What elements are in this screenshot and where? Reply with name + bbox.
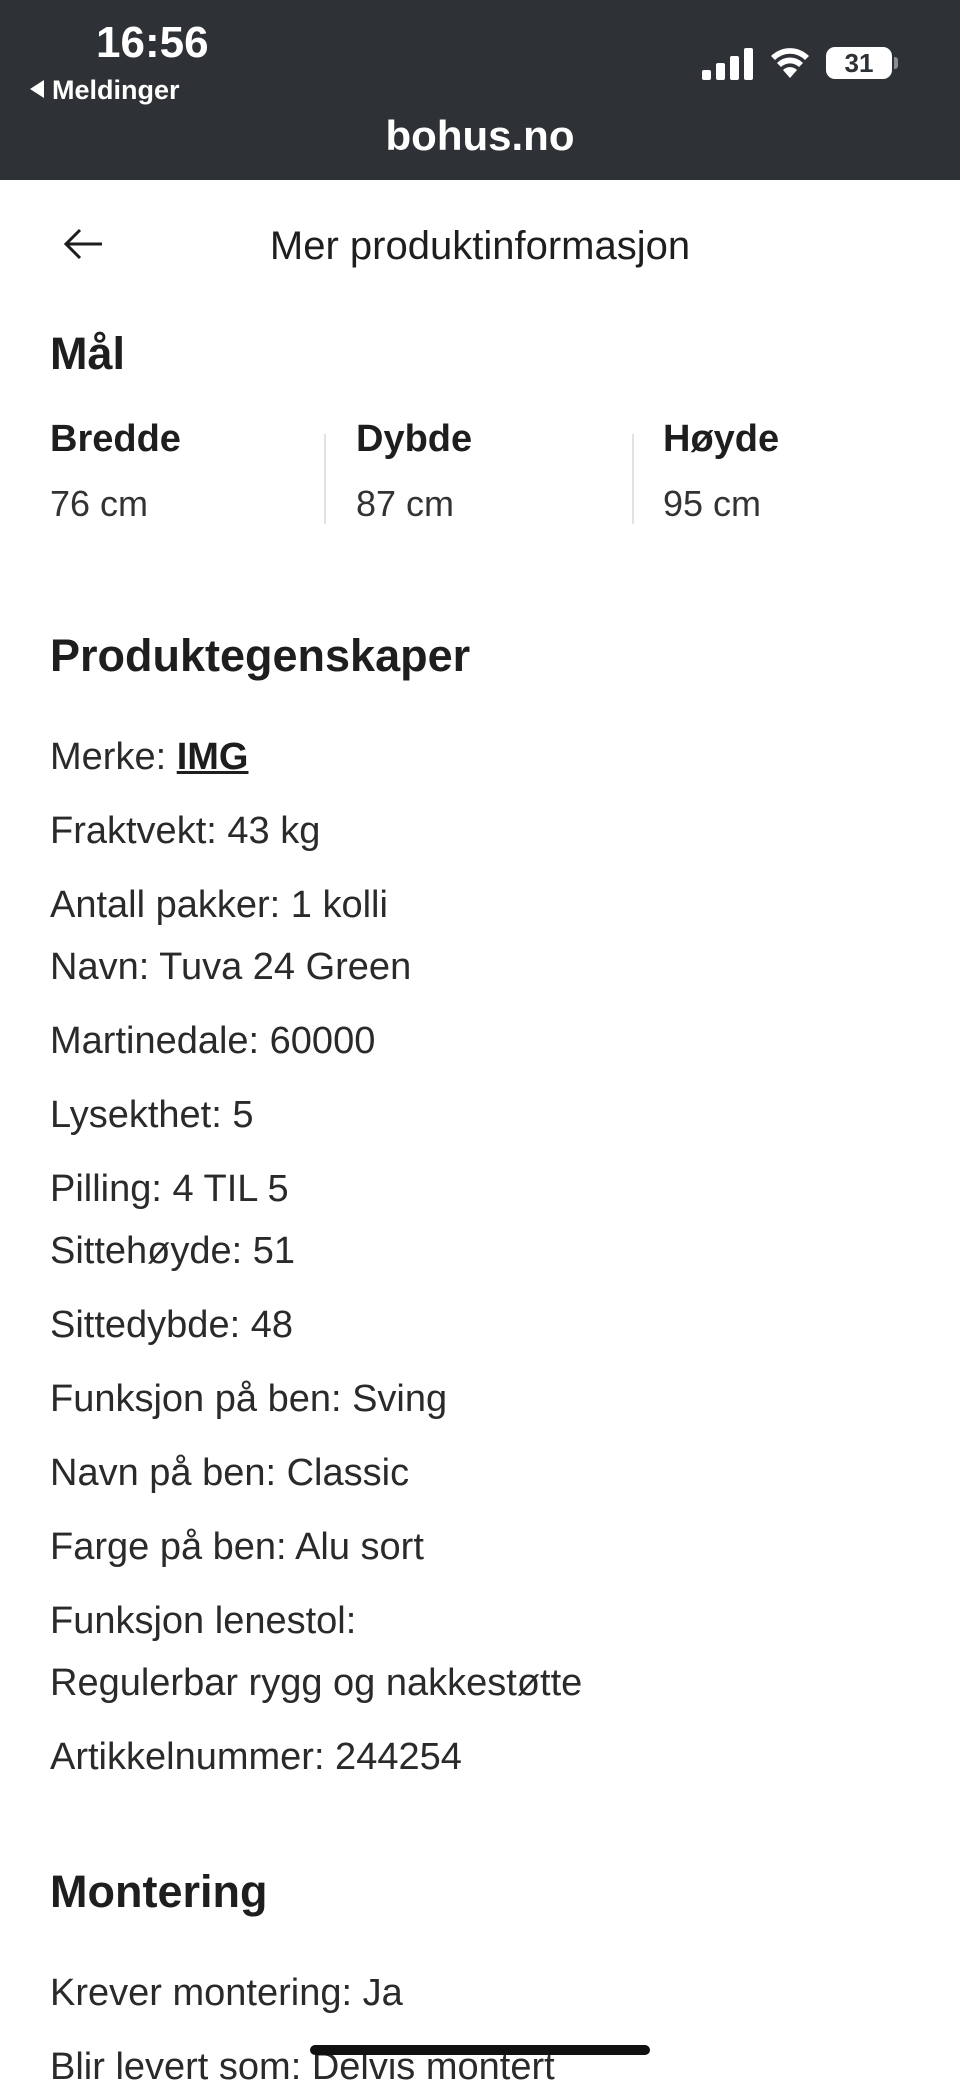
dimension-depth: Dybde 87 cm <box>356 418 616 528</box>
dimension-value: 95 cm <box>663 483 762 524</box>
property-item: Martinedale: 60000 <box>50 1020 376 1062</box>
brand-label: Merke: <box>50 736 177 778</box>
property-item: Funksjon lenestol: <box>50 1600 357 1642</box>
dimension-label: Bredde <box>50 418 181 460</box>
property-item: Antall pakker: 1 kolli <box>50 884 388 926</box>
back-to-app-link[interactable]: Meldinger <box>30 75 180 106</box>
property-item: Navn på ben: Classic <box>50 1452 410 1494</box>
property-item: Fraktvekt: 43 kg <box>50 810 321 852</box>
section-title-properties: Produktegenskaper <box>50 630 471 681</box>
property-item: Funksjon på ben: Sving <box>50 1378 448 1420</box>
page-header: Mer produktinformasjon <box>0 180 960 310</box>
status-bar: 16:56 Meldinger 31 bohus.no <box>0 0 960 180</box>
back-triangle-icon <box>30 80 44 98</box>
property-item: Sittedybde: 48 <box>50 1304 293 1346</box>
status-time: 16:56 <box>96 18 209 67</box>
property-item: Sittehøyde: 51 <box>50 1230 296 1272</box>
divider <box>632 434 634 524</box>
back-app-label: Meldinger <box>52 75 180 105</box>
property-brand: Merke: IMG <box>50 726 930 788</box>
section-title-dimensions: Mål <box>50 328 126 379</box>
dimension-value: 87 cm <box>356 483 455 524</box>
dimension-label: Høyde <box>663 418 780 460</box>
property-list: Merke: IMG Fraktvekt: 43 kg Antall pakke… <box>50 726 930 1788</box>
divider <box>324 434 326 524</box>
dimension-height: Høyde 95 cm <box>663 418 923 528</box>
section-title-assembly: Montering <box>50 1866 268 1917</box>
property-item: Lysekthet: 5 <box>50 1094 254 1136</box>
cellular-signal-icon <box>702 48 753 80</box>
dimension-width: Bredde 76 cm <box>50 418 310 528</box>
page-title: Mer produktinformasjon <box>269 224 691 268</box>
assembly-item: Krever montering: Ja <box>50 1972 403 2014</box>
home-indicator[interactable] <box>310 2045 650 2055</box>
property-item: Farge på ben: Alu sort <box>50 1526 424 1568</box>
dimension-label: Dybde <box>356 418 473 460</box>
battery-nub <box>894 57 898 69</box>
browser-domain[interactable]: bohus.no <box>0 112 960 160</box>
brand-link[interactable]: IMG <box>177 736 249 778</box>
property-item: Regulerbar rygg og nakkestøtte <box>50 1662 583 1704</box>
property-item: Artikkelnummer: 244254 <box>50 1736 462 1778</box>
wifi-icon <box>771 48 809 78</box>
dimension-value: 76 cm <box>50 483 149 524</box>
property-item: Pilling: 4 TIL 5 <box>50 1168 289 1210</box>
battery-icon: 31 <box>826 47 892 79</box>
property-item: Navn: Tuva 24 Green <box>50 946 412 988</box>
